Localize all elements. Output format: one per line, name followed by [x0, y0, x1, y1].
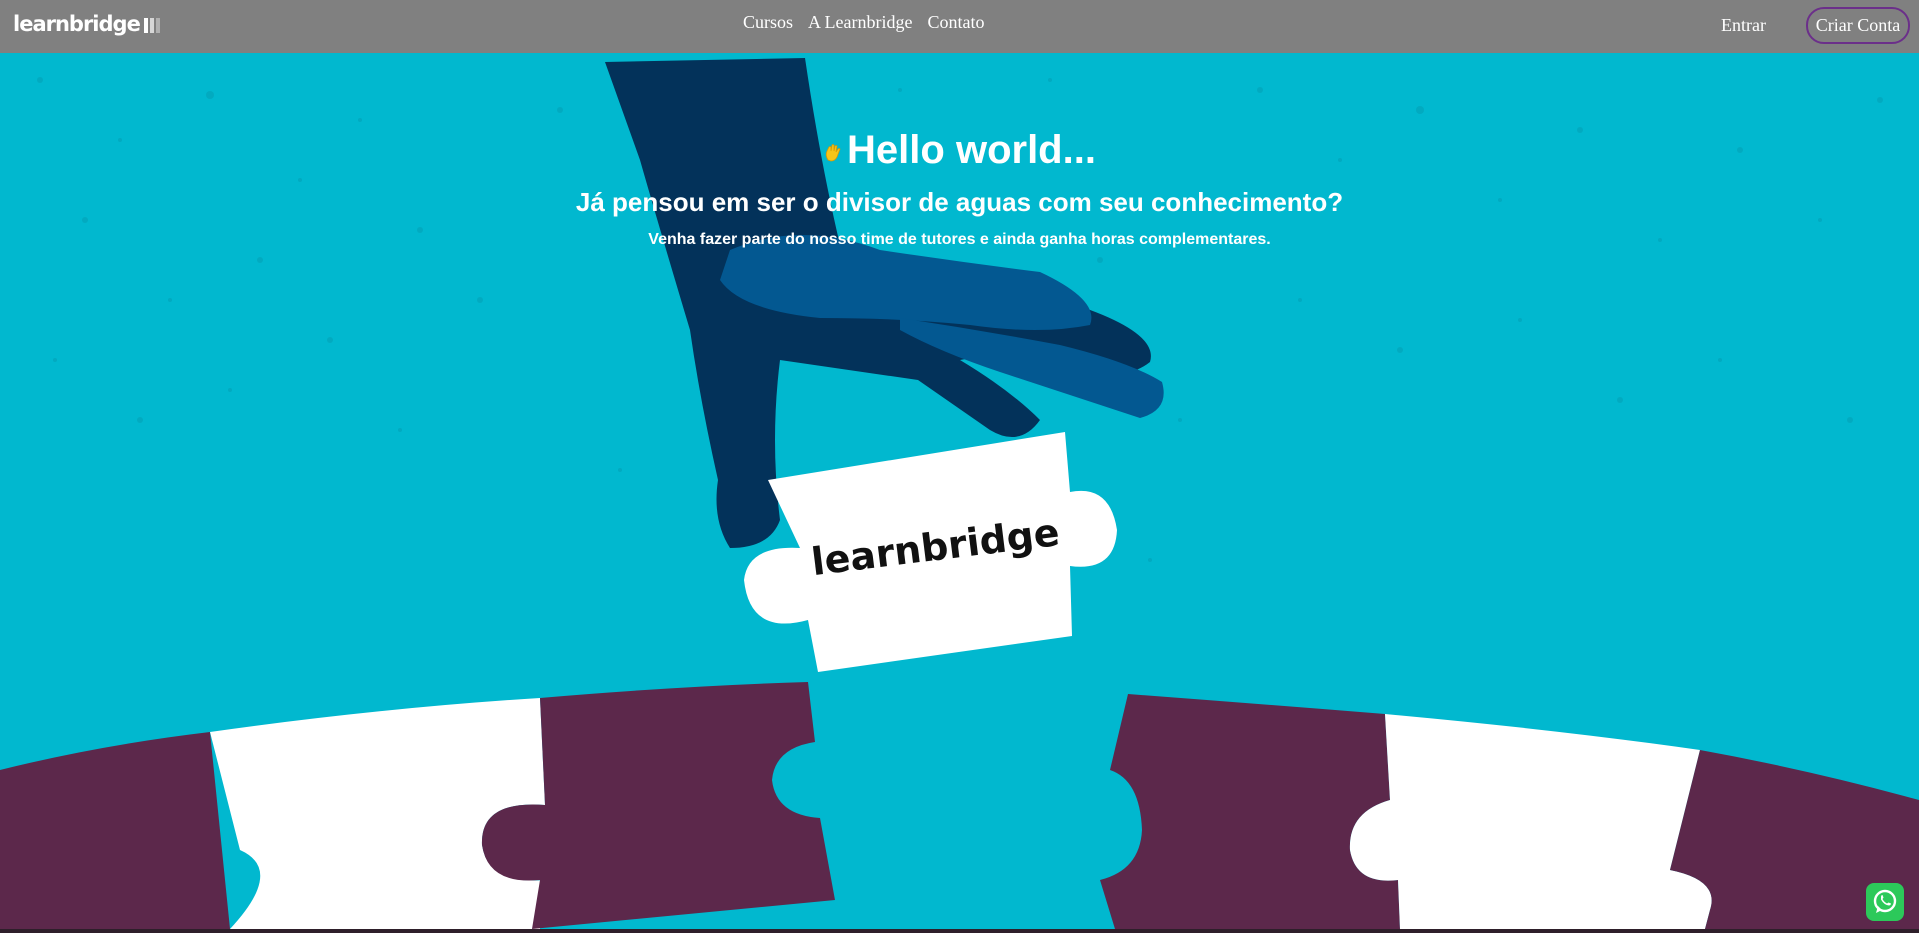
- hero-greeting: Hello world...: [0, 128, 1919, 173]
- nav-link-contato[interactable]: Contato: [927, 12, 984, 33]
- nav-links: Cursos A Learnbridge Contato: [743, 12, 984, 33]
- bottom-puzzle-row: [0, 682, 1919, 929]
- nav-link-cursos[interactable]: Cursos: [743, 12, 793, 33]
- signup-button[interactable]: Criar Conta: [1806, 7, 1910, 44]
- waving-hand-icon: [823, 143, 843, 168]
- whatsapp-icon: [1873, 889, 1897, 913]
- whatsapp-button[interactable]: [1866, 883, 1904, 921]
- nav-link-a-learnbridge[interactable]: A Learnbridge: [808, 12, 912, 33]
- hero-greeting-text: Hello world...: [847, 128, 1096, 172]
- landing-page: learnbridge learnbridge Cursos A Learnbr…: [0, 0, 1919, 933]
- center-puzzle-piece: learnbridge: [744, 432, 1117, 672]
- brand-logo-bars-icon: [143, 18, 160, 33]
- hero-subheadline: Venha fazer parte do nosso time de tutor…: [648, 231, 1271, 248]
- brand-logo-text: learnbridge: [13, 12, 141, 36]
- login-link[interactable]: Entrar: [1721, 15, 1766, 36]
- hero-headline: Já pensou em ser o divisor de aguas com …: [575, 187, 1344, 217]
- brand-logo[interactable]: learnbridge: [13, 12, 160, 36]
- navbar: learnbridge Cursos A Learnbridge Contato…: [0, 0, 1919, 53]
- page-bottom-edge: [0, 929, 1919, 933]
